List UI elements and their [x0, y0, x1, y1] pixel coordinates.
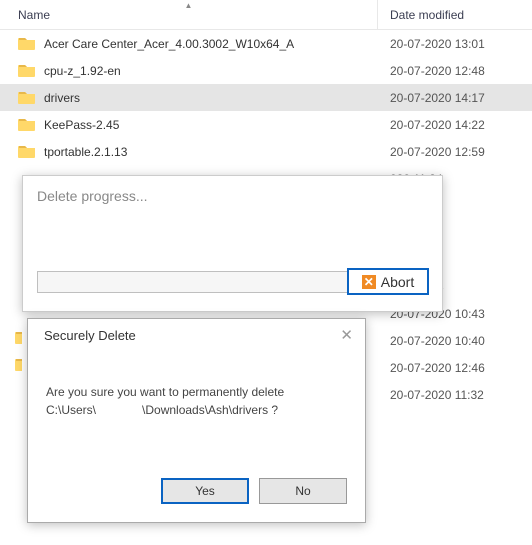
column-header-name[interactable]: Name ▲	[0, 0, 378, 29]
column-label: Name	[18, 8, 50, 22]
dialog-titlebar[interactable]: Securely Delete ✕	[28, 319, 365, 347]
column-header-date[interactable]: Date modified	[378, 0, 532, 29]
table-row[interactable]: tportable.2.1.13 20-07-2020 12:59	[0, 138, 532, 165]
file-name: tportable.2.1.13	[44, 145, 127, 159]
cell-date: 20-07-2020 13:01	[378, 37, 532, 51]
button-label: Abort	[381, 274, 414, 290]
folder-icon	[18, 62, 36, 80]
dialog-body: Are you sure you want to permanently del…	[28, 347, 365, 419]
file-name: drivers	[44, 91, 80, 105]
delete-progress-dialog: Delete progress... ✕ Abort	[22, 175, 443, 312]
cell-date: 20-07-2020 14:22	[378, 118, 532, 132]
folder-icon	[15, 356, 22, 371]
cancel-icon: ✕	[362, 275, 376, 289]
table-row[interactable]: cpu-z_1.92-en 20-07-2020 12:48	[0, 57, 532, 84]
folder-icon	[18, 143, 36, 161]
confirm-text-line1: Are you sure you want to permanently del…	[46, 383, 347, 401]
cell-date: 20-07-2020 12:59	[378, 145, 532, 159]
file-name: Acer Care Center_Acer_4.00.3002_W10x64_A	[44, 37, 294, 51]
abort-button[interactable]: ✕ Abort	[347, 268, 429, 295]
column-label: Date modified	[390, 8, 464, 22]
confirm-text-line2: C:\Users\\Downloads\Ash\drivers ?	[46, 401, 347, 419]
dialog-buttons: Yes No	[161, 478, 347, 504]
cell-date: 20-07-2020 12:48	[378, 64, 532, 78]
cell-date: 20-07-2020 11:32	[378, 388, 532, 402]
cell-name: drivers	[0, 89, 378, 107]
sort-ascending-icon: ▲	[185, 1, 193, 10]
dialog-title: Delete progress...	[23, 176, 442, 204]
cell-date: 20-07-2020 10:40	[378, 334, 532, 348]
yes-button[interactable]: Yes	[161, 478, 249, 504]
redacted-text	[96, 405, 142, 416]
file-name: KeePass-2.45	[44, 118, 119, 132]
folder-icon	[18, 35, 36, 53]
cell-name: KeePass-2.45	[0, 116, 378, 134]
table-row[interactable]: Acer Care Center_Acer_4.00.3002_W10x64_A…	[0, 30, 532, 57]
cell-date: 20-07-2020 12:46	[378, 361, 532, 375]
folder-icon	[18, 89, 36, 107]
column-header: Name ▲ Date modified	[0, 0, 532, 30]
no-button[interactable]: No	[259, 478, 347, 504]
table-row[interactable]: KeePass-2.45 20-07-2020 14:22	[0, 111, 532, 138]
table-row[interactable]: drivers 20-07-2020 14:17	[0, 84, 532, 111]
securely-delete-dialog: Securely Delete ✕ Are you sure you want …	[27, 318, 366, 523]
cell-name: Acer Care Center_Acer_4.00.3002_W10x64_A	[0, 35, 378, 53]
folder-icon	[15, 329, 22, 344]
close-icon[interactable]: ✕	[340, 328, 353, 343]
cell-name: tportable.2.1.13	[0, 143, 378, 161]
cell-name: cpu-z_1.92-en	[0, 62, 378, 80]
file-name: cpu-z_1.92-en	[44, 64, 121, 78]
folder-icon	[18, 116, 36, 134]
dialog-title: Securely Delete	[44, 328, 136, 343]
progress-bar	[37, 271, 349, 293]
cell-date: 20-07-2020 14:17	[378, 91, 532, 105]
